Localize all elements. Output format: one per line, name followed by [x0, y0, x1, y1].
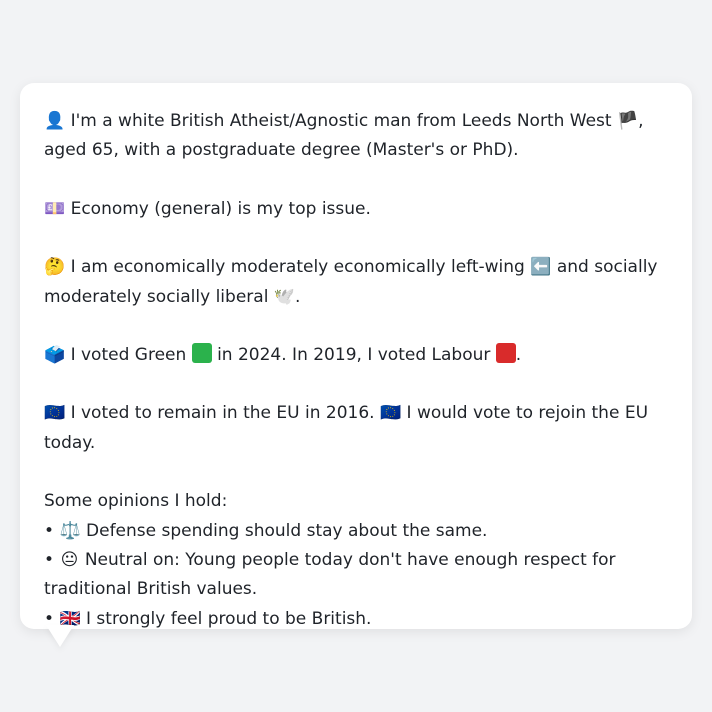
profile-card: 👤 I'm a white British Atheist/Agnostic m… — [20, 83, 692, 629]
eu-flag-icon: 🇪🇺 — [379, 403, 402, 424]
speech-bubble-tail — [46, 625, 74, 647]
votes-text-a: I voted Green — [70, 345, 187, 366]
money-icon: 💷 — [44, 198, 66, 219]
top-issue-text: Economy (general) is my top issue. — [70, 198, 371, 219]
ideology-text-c: . — [295, 286, 301, 307]
opinion-item: • 😐 Neutral on: Young people today don't… — [44, 546, 670, 605]
intro-text-a: I'm a white British Atheist/Agnostic man… — [70, 111, 612, 131]
votes-paragraph: 🗳️ I voted Green in 2024. In 2019, I vot… — [44, 341, 670, 370]
votes-text-b: in 2024. In 2019, I voted Labour — [217, 345, 491, 366]
england-flag-icon: 🏴 — [617, 111, 639, 131]
dove-icon: 🕊️ — [273, 286, 295, 307]
eu-paragraph: 🇪🇺 I voted to remain in the EU in 2016. … — [44, 399, 670, 458]
ballot-box-icon: 🗳️ — [44, 345, 66, 366]
opinion-item: • 🇬🇧 I strongly feel proud to be British… — [44, 605, 670, 634]
eu-flag-icon: 🇪🇺 — [44, 403, 66, 424]
bullet: • — [44, 550, 55, 571]
left-arrow-icon: ⬅️ — [530, 257, 552, 278]
bust-in-silhouette-icon: 👤 — [44, 111, 66, 131]
red-square-icon — [495, 343, 516, 364]
green-square-icon — [191, 343, 212, 364]
neutral-face-icon: 😐 — [60, 550, 79, 571]
opinion-text: Neutral on: Young people today don't hav… — [44, 550, 616, 600]
opinion-text: I strongly feel proud to be British. — [86, 608, 372, 629]
eu-text-a: I voted to remain in the EU in 2016. — [70, 403, 375, 424]
opinion-item: • ⚖️ Defense spending should stay about … — [44, 517, 670, 546]
bullet: • — [44, 520, 55, 541]
scales-icon: ⚖️ — [59, 520, 81, 541]
opinion-text: Defense spending should stay about the s… — [86, 520, 488, 541]
top-issue-paragraph: 💷 Economy (general) is my top issue. — [44, 195, 670, 224]
thinking-face-icon: 🤔 — [44, 257, 66, 278]
opinions-title: Some opinions I hold: — [44, 491, 228, 512]
ideology-paragraph: 🤔 I am economically moderately economica… — [44, 253, 670, 312]
votes-text-c: . — [515, 345, 522, 366]
intro-paragraph: 👤 I'm a white British Atheist/Agnostic m… — [44, 107, 670, 166]
ideology-text-a: I am economically moderately economicall… — [70, 257, 525, 278]
